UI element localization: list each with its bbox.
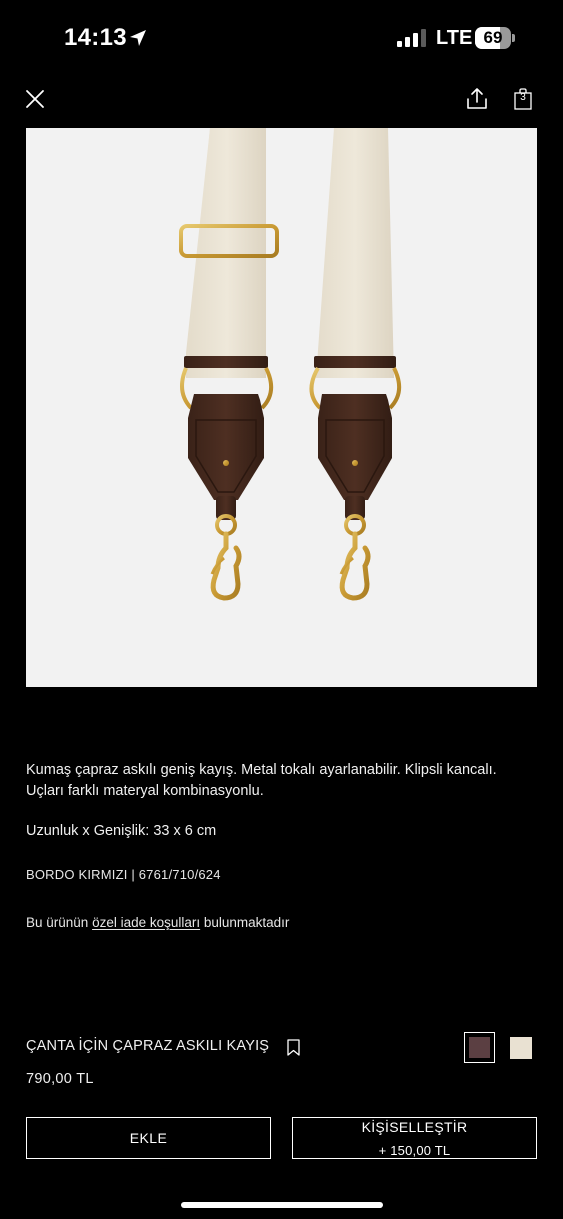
close-icon[interactable] bbox=[22, 86, 48, 112]
bookmark-icon[interactable] bbox=[286, 1039, 301, 1056]
home-indicator[interactable] bbox=[181, 1202, 383, 1208]
product-price: 790,00 TL bbox=[26, 1071, 94, 1087]
return-suffix: bulunmaktadır bbox=[200, 915, 290, 930]
color-swatch-cream[interactable] bbox=[510, 1037, 532, 1059]
location-arrow-icon bbox=[130, 30, 146, 46]
network-type: LTE bbox=[436, 27, 473, 49]
swatch-fill bbox=[469, 1037, 490, 1058]
return-policy-link[interactable]: özel iade koşulları bbox=[92, 915, 200, 930]
bag-count: 3 bbox=[520, 92, 526, 103]
product-image[interactable] bbox=[26, 128, 537, 687]
product-color-code: BORDO KIRMIZI | 6761/710/624 bbox=[26, 867, 221, 882]
product-description: Kumaş çapraz askılı geniş kayış. Metal t… bbox=[26, 762, 497, 799]
status-time: 14:13 bbox=[64, 24, 127, 51]
shopping-bag-button[interactable]: 3 bbox=[512, 87, 534, 111]
status-bar: 14:13 LTE 69 bbox=[0, 0, 563, 76]
color-swatch-burgundy[interactable] bbox=[464, 1032, 495, 1063]
product-name: ÇANTA İÇİN ÇAPRAZ ASKILI KAYIŞ bbox=[26, 1038, 270, 1054]
bag-strap-illustration bbox=[179, 128, 402, 601]
return-policy-note: Bu ürünün özel iade koşulları bulunmakta… bbox=[26, 915, 289, 930]
customize-label: KİŞİSELLEŞTİR bbox=[361, 1119, 468, 1135]
add-to-bag-button[interactable]: EKLE bbox=[26, 1117, 271, 1159]
customize-price: + 150,00 TL bbox=[378, 1143, 451, 1158]
share-icon[interactable] bbox=[464, 86, 490, 112]
battery-icon: 69 bbox=[475, 27, 515, 49]
customize-button[interactable]: KİŞİSELLEŞTİR + 150,00 TL bbox=[292, 1117, 537, 1159]
battery-level: 69 bbox=[483, 28, 503, 47]
cellular-signal-icon bbox=[397, 29, 426, 47]
return-prefix: Bu ürünün bbox=[26, 915, 93, 930]
product-dimensions: Uzunluk x Genişlik: 33 x 6 cm bbox=[26, 823, 217, 839]
